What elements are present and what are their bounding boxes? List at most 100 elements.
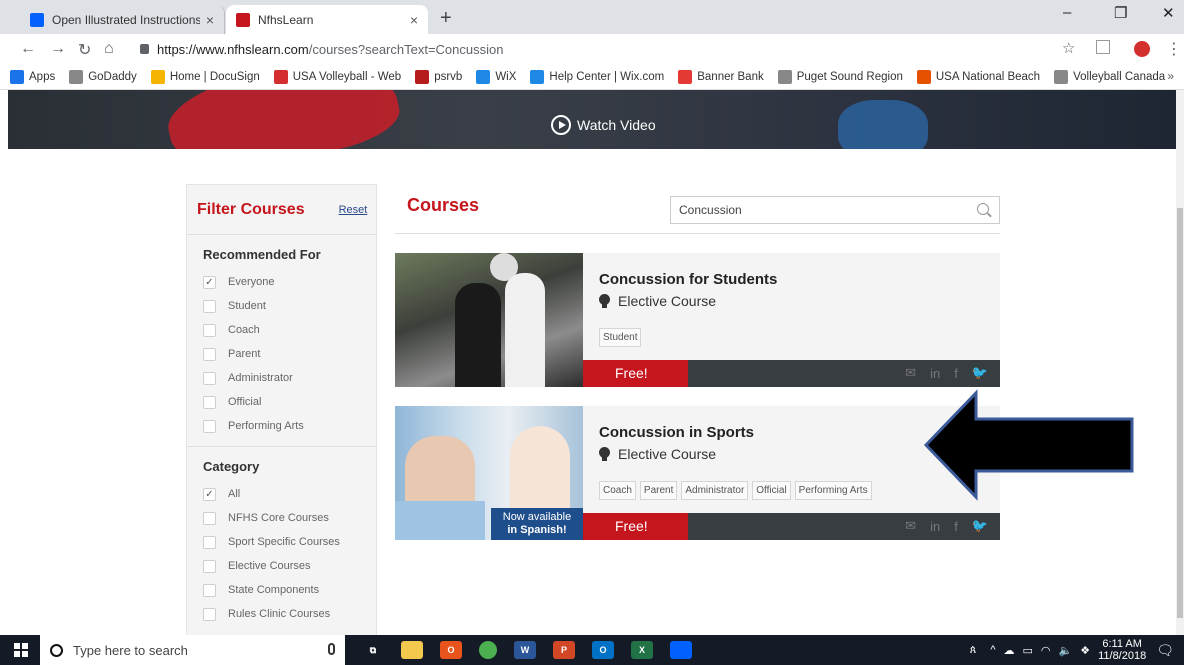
checkbox[interactable] (203, 511, 216, 525)
checkbox[interactable] (203, 607, 216, 621)
course-card[interactable]: Now available in Spanish! Concussion in … (395, 406, 1000, 540)
start-button[interactable] (6, 635, 36, 665)
linkedin-icon[interactable]: in (930, 519, 940, 534)
bookmark-item[interactable]: GoDaddy (69, 69, 137, 84)
wifi-icon[interactable]: ◠ (1041, 644, 1051, 657)
checkbox[interactable]: ✓ (203, 487, 216, 501)
filter-option[interactable]: Administrator (203, 366, 376, 390)
filter-option[interactable]: Performing Arts (203, 414, 376, 438)
checkbox[interactable] (203, 323, 216, 337)
filter-option[interactable]: Student (203, 294, 376, 318)
filter-option[interactable]: ✓ All (203, 482, 376, 506)
bookmark-item[interactable]: Apps (10, 69, 55, 84)
close-tab-icon[interactable]: × (206, 12, 214, 28)
home-icon[interactable]: ⌂ (104, 40, 114, 58)
reload-icon[interactable]: ↻ (78, 40, 91, 60)
filter-option[interactable]: Sport Specific Courses (203, 530, 376, 554)
bookmark-star-icon[interactable]: ☆ (1062, 39, 1075, 57)
bookmark-item[interactable]: WiX (476, 69, 516, 84)
scrollbar-thumb[interactable] (1177, 208, 1183, 618)
menu-icon[interactable]: ⋮ (1166, 39, 1182, 59)
office-icon[interactable]: O (440, 641, 462, 659)
new-tab-button[interactable]: + (440, 7, 452, 30)
file-explorer-icon[interactable] (401, 641, 423, 659)
price-button[interactable]: Free! (583, 360, 688, 387)
notification-icon[interactable]: 🗨 (1156, 642, 1174, 659)
filter-option[interactable]: Elective Courses (203, 554, 376, 578)
linkedin-icon[interactable]: in (930, 366, 940, 381)
bookmark-item[interactable]: psrvb (415, 69, 462, 84)
medal-icon (599, 447, 610, 461)
dropbox-tray-icon[interactable]: ❖ (1080, 644, 1090, 657)
course-title[interactable]: Concussion in Sports (599, 424, 754, 441)
microphone-icon[interactable] (328, 643, 335, 655)
powerpoint-icon[interactable]: P (553, 641, 575, 659)
filter-option[interactable]: Parent (203, 342, 376, 366)
price-button[interactable]: Free! (583, 513, 688, 540)
facebook-icon[interactable]: f (954, 519, 958, 534)
chevron-up-icon[interactable]: ^ (990, 644, 995, 656)
minimize-button[interactable]: – (1063, 4, 1071, 21)
filter-option[interactable]: NFHS Core Courses (203, 506, 376, 530)
close-tab-icon[interactable]: × (410, 12, 418, 28)
checkbox[interactable]: ✓ (203, 275, 216, 289)
filter-option[interactable]: Official (203, 390, 376, 414)
excel-icon[interactable]: X (631, 641, 653, 659)
email-icon[interactable]: ✉ (905, 365, 916, 381)
clock[interactable]: 6:11 AM 11/8/2018 (1098, 638, 1146, 662)
course-thumbnail[interactable]: Now available in Spanish! (395, 406, 583, 540)
profile-avatar[interactable] (1134, 41, 1150, 57)
bookmark-item[interactable]: Banner Bank (678, 69, 764, 84)
course-thumbnail[interactable] (395, 253, 583, 387)
checkbox[interactable] (203, 559, 216, 573)
bookmark-item[interactable]: Volleyball Canada (1054, 69, 1165, 84)
tab-open-illustrated-instructions[interactable]: Open Illustrated Instructions for × (20, 5, 225, 34)
back-icon[interactable]: ← (20, 40, 36, 58)
course-title[interactable]: Concussion for Students (599, 271, 777, 288)
facebook-icon[interactable]: f (954, 366, 958, 381)
battery-icon[interactable]: ▭ (1023, 644, 1033, 657)
url-input[interactable]: https://www.nfhslearn.com /courses?searc… (140, 38, 1170, 60)
checkbox[interactable] (203, 583, 216, 597)
outlook-icon[interactable]: O (592, 641, 614, 659)
close-window-button[interactable]: ✕ (1162, 4, 1175, 22)
bookmark-item[interactable]: Help Center | Wix.com (530, 69, 664, 84)
people-icon[interactable]: ጰ (970, 644, 977, 657)
page-scrollbar[interactable] (1176, 90, 1184, 635)
word-icon[interactable]: W (514, 641, 536, 659)
maximize-button[interactable]: ❐ (1114, 4, 1127, 22)
bookmarks-more-icon[interactable]: » (1167, 69, 1174, 83)
search-icon[interactable] (977, 203, 989, 215)
extension-icon[interactable] (1096, 40, 1110, 54)
checkbox[interactable] (203, 371, 216, 385)
checkbox[interactable] (203, 535, 216, 549)
course-card[interactable]: Concussion for Students Elective Course … (395, 253, 1000, 387)
twitter-icon[interactable]: 🐦 (972, 518, 988, 534)
bookmark-item[interactable]: Puget Sound Region (777, 69, 903, 84)
volume-icon[interactable]: 🔈 (1059, 644, 1073, 657)
filter-option[interactable]: ✓ Everyone (203, 270, 376, 294)
reset-link[interactable]: Reset (339, 204, 368, 216)
watch-video-button[interactable]: Watch Video (551, 115, 656, 135)
filter-option[interactable]: State Components (203, 578, 376, 602)
filter-option[interactable]: Rules Clinic Courses (203, 602, 376, 626)
forward-icon[interactable]: → (50, 40, 66, 58)
taskbar-search-input[interactable]: Type here to search (40, 635, 345, 665)
bookmark-item[interactable]: USA Volleyball - Web (273, 69, 401, 84)
checkbox[interactable] (203, 347, 216, 361)
onedrive-icon[interactable]: ☁ (1004, 644, 1015, 657)
course-tag: Parent (639, 481, 678, 500)
chrome-icon[interactable] (479, 641, 497, 659)
checkbox[interactable] (203, 419, 216, 433)
bookmark-item[interactable]: Home | DocuSign (150, 69, 260, 84)
checkbox[interactable] (203, 299, 216, 313)
dropbox-icon[interactable] (670, 641, 692, 659)
checkbox[interactable] (203, 395, 216, 409)
tab-nfhslearn[interactable]: NfhsLearn × (226, 5, 428, 34)
course-search-input[interactable]: Concussion (670, 196, 1000, 224)
filter-option[interactable]: Coach (203, 318, 376, 342)
task-view-icon[interactable]: ⧉ (362, 641, 384, 659)
twitter-icon[interactable]: 🐦 (972, 365, 988, 381)
bookmark-item[interactable]: USA National Beach (916, 69, 1040, 84)
email-icon[interactable]: ✉ (905, 518, 916, 534)
